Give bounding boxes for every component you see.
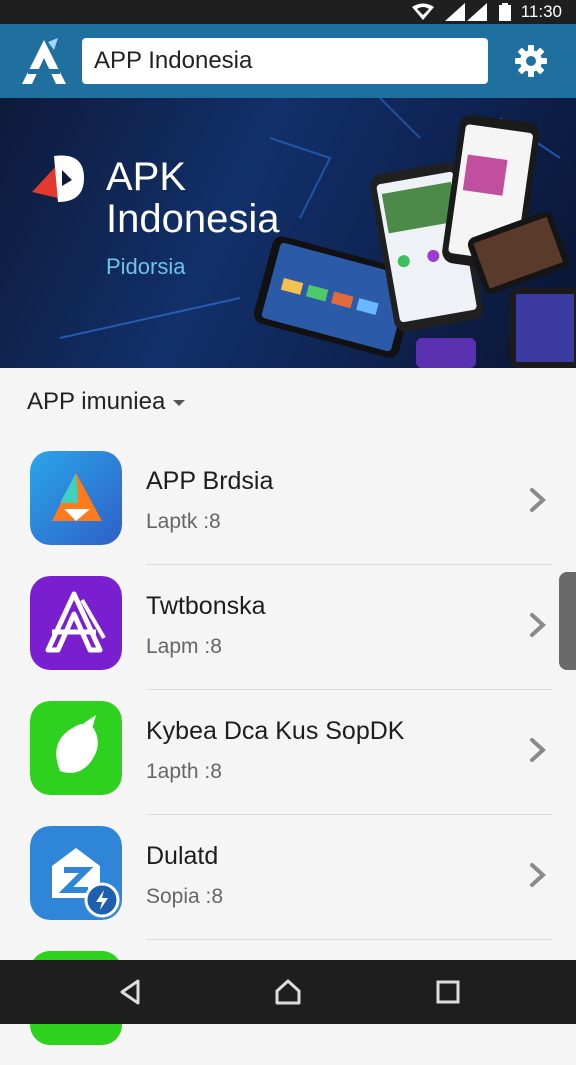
chevron-right-icon[interactable] — [528, 611, 548, 639]
app-kybea-icon — [30, 701, 122, 795]
wifi-icon — [411, 3, 434, 20]
promo-banner[interactable]: APK Indonesia Pidorsia — [0, 98, 576, 368]
app-brdsia-icon — [30, 451, 122, 545]
list-item[interactable]: Kybea Dca Kus SopDK 1apth :8 — [0, 690, 576, 815]
signal-icon — [444, 3, 487, 21]
back-icon[interactable] — [116, 978, 144, 1006]
list-item[interactable]: APP Brdsia Laptk :8 — [0, 440, 576, 565]
settings-gear-icon[interactable] — [513, 43, 549, 79]
search-input[interactable] — [82, 38, 488, 84]
side-drawer-handle[interactable] — [559, 572, 576, 670]
system-nav-bar — [0, 960, 576, 1024]
chevron-right-icon[interactable] — [528, 736, 548, 764]
chevron-right-icon[interactable] — [528, 486, 548, 514]
app-title: Twtbonska — [146, 592, 266, 620]
app-dulatd-icon — [30, 826, 122, 920]
app-title: Dulatd — [146, 842, 219, 870]
category-label: APP imuniea — [27, 388, 166, 415]
app-subtitle: Laptk :8 — [146, 510, 221, 533]
brand-logo-icon — [32, 155, 84, 202]
home-icon[interactable] — [274, 978, 302, 1006]
caret-down-icon — [173, 400, 186, 406]
app-twtbonska-icon — [30, 576, 122, 670]
category-dropdown[interactable]: APP imuniea — [27, 388, 186, 416]
app-subtitle: Lapm :8 — [146, 635, 222, 658]
list-item[interactable]: Twtbonska Lapm :8 — [0, 565, 576, 690]
app-bar — [0, 24, 576, 98]
app-subtitle: 1apth :8 — [146, 760, 222, 783]
list-item[interactable]: Dulatd Sopia :8 — [0, 815, 576, 940]
status-time: 11:30 — [520, 2, 562, 21]
battery-icon — [498, 3, 511, 21]
app-title: APP Brdsia — [146, 467, 274, 495]
app-title: Kybea Dca Kus SopDK — [146, 717, 405, 745]
status-bar: 11:30 — [0, 0, 576, 24]
app-logo-icon — [22, 38, 66, 84]
recents-icon[interactable] — [434, 978, 462, 1006]
banner-subtitle: Pidorsia — [106, 254, 186, 279]
app-subtitle: Sopia :8 — [146, 885, 224, 908]
phones-illustration — [253, 114, 576, 368]
chevron-right-icon[interactable] — [528, 861, 548, 889]
